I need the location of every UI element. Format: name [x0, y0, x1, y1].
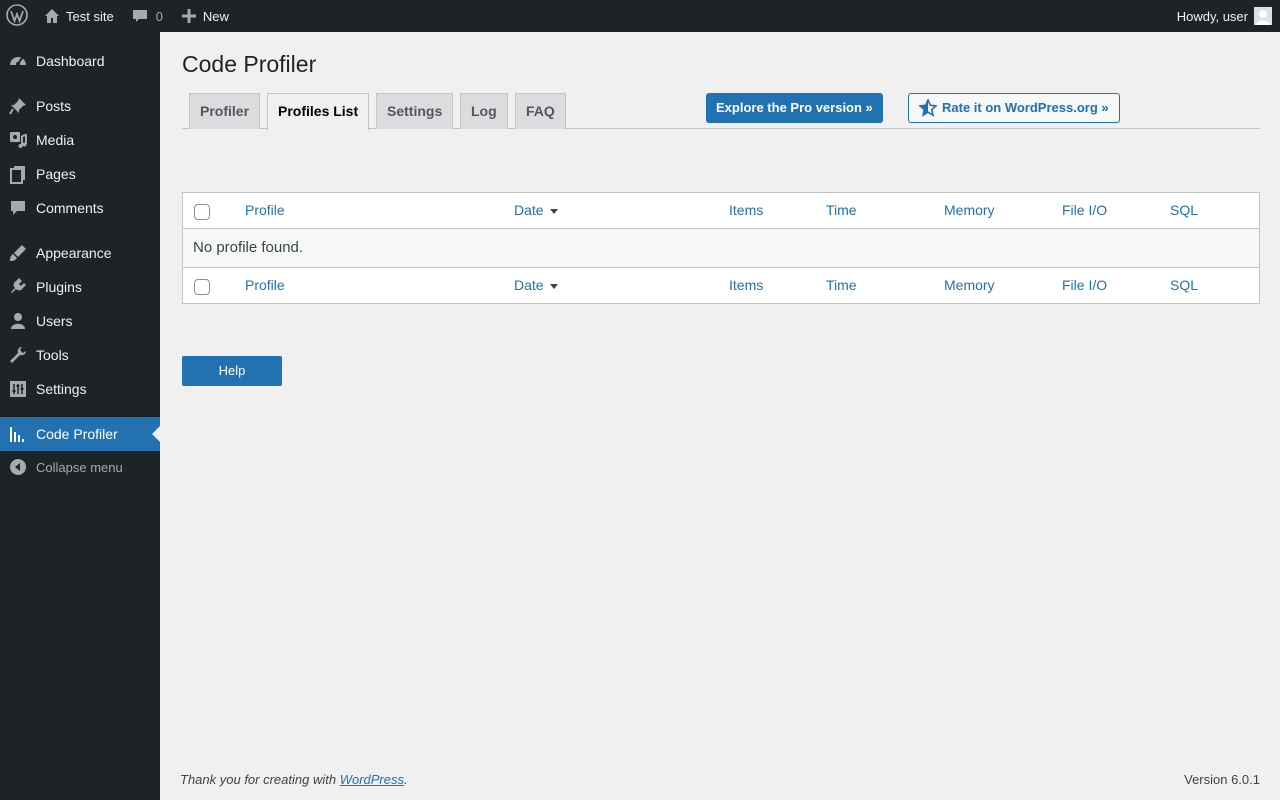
main-content: Code Profiler Profiler Profiles List Set… [160, 32, 1280, 800]
star-icon [919, 99, 937, 117]
user-icon [0, 311, 36, 331]
pages-icon [0, 164, 36, 184]
column-memory[interactable]: Memory [944, 193, 995, 228]
comments-count: 0 [155, 8, 163, 24]
sidebar-item-label: Dashboard [36, 53, 105, 69]
sidebar-item-dashboard[interactable]: Dashboard [0, 44, 160, 78]
column-items-footer[interactable]: Items [729, 268, 763, 303]
column-sql-footer[interactable]: SQL [1170, 268, 1198, 303]
collapse-menu-button[interactable]: Collapse menu [0, 450, 160, 484]
column-time-footer[interactable]: Time [826, 268, 857, 303]
wordpress-logo-icon [6, 3, 28, 29]
sidebar-item-label: Plugins [36, 279, 82, 295]
tab-settings[interactable]: Settings [376, 93, 454, 129]
column-file-io[interactable]: File I/O [1062, 193, 1107, 228]
sort-down-icon [549, 283, 558, 289]
plus-icon [179, 6, 199, 26]
select-all-checkbox[interactable] [194, 204, 210, 220]
sidebar-item-pages[interactable]: Pages [0, 157, 160, 191]
tab-profiler[interactable]: Profiler [189, 93, 261, 129]
column-date[interactable]: Date [514, 193, 558, 228]
help-button[interactable]: Help [182, 356, 282, 386]
sidebar-item-label: Settings [36, 381, 87, 397]
sidebar-item-tools[interactable]: Tools [0, 338, 160, 372]
sidebar-item-media[interactable]: Media [0, 123, 160, 157]
collapse-menu-label: Collapse menu [36, 459, 123, 475]
sidebar-item-label: Code Profiler [36, 426, 118, 442]
select-all-checkbox-footer[interactable] [194, 279, 210, 295]
wrench-icon [0, 345, 36, 365]
admin-bar: Test site 0 New Howdy, user [0, 0, 1280, 32]
column-file-io-footer[interactable]: File I/O [1062, 268, 1107, 303]
column-time[interactable]: Time [826, 193, 857, 228]
footer-thanks-prefix: Thank you for creating with [180, 772, 340, 787]
avatar [1254, 7, 1272, 25]
sort-down-icon [549, 208, 558, 214]
pin-icon [0, 96, 36, 116]
column-profile-footer[interactable]: Profile [245, 268, 285, 303]
admin-sidebar: Dashboard Posts Media Pages Comments App… [0, 32, 160, 800]
column-profile[interactable]: Profile [245, 193, 285, 228]
sidebar-item-plugins[interactable]: Plugins [0, 270, 160, 304]
plug-icon [0, 277, 36, 297]
rate-button-label: Rate it on WordPress.org » [942, 100, 1109, 115]
column-sql[interactable]: SQL [1170, 193, 1198, 228]
tab-profiles-list[interactable]: Profiles List [267, 93, 370, 130]
new-label: New [202, 8, 229, 24]
media-icon [0, 130, 36, 150]
wordpress-link[interactable]: WordPress [340, 772, 404, 787]
home-icon [42, 6, 62, 26]
sidebar-item-comments[interactable]: Comments [0, 191, 160, 225]
rate-wordpress-button[interactable]: Rate it on WordPress.org » [908, 93, 1120, 123]
sidebar-item-label: Tools [36, 347, 69, 363]
sidebar-item-label: Comments [36, 200, 104, 216]
sidebar-item-label: Appearance [36, 245, 112, 261]
site-name-menu[interactable]: Test site [34, 0, 122, 32]
footer-thanks-suffix: . [404, 772, 408, 787]
column-date-label: Date [514, 277, 544, 293]
table-footer-row: Profile Date Items Time Memory File I/O … [183, 267, 1259, 303]
comment-icon [0, 198, 36, 218]
wordpress-logo-menu[interactable] [0, 0, 34, 32]
howdy-label: Howdy, user [1176, 8, 1248, 24]
footer-version: Version 6.0.1 [1184, 772, 1260, 787]
column-date-label: Date [514, 202, 544, 218]
column-items[interactable]: Items [729, 193, 763, 228]
sidebar-item-label: Media [36, 132, 75, 148]
chart-icon [0, 424, 36, 444]
site-name-label: Test site [66, 8, 114, 24]
footer-thanks: Thank you for creating with WordPress. [180, 772, 408, 787]
new-content-menu[interactable]: New [171, 0, 237, 32]
sidebar-item-label: Pages [36, 166, 76, 182]
sidebar-item-appearance[interactable]: Appearance [0, 236, 160, 270]
tab-faq[interactable]: FAQ [515, 93, 566, 129]
sidebar-item-label: Users [36, 313, 73, 329]
sidebar-item-code-profiler[interactable]: Code Profiler [0, 417, 160, 451]
my-account-menu[interactable]: Howdy, user [1169, 0, 1280, 32]
tab-log[interactable]: Log [460, 93, 508, 129]
table-row: No profile found. [183, 229, 1259, 267]
profiles-table: Profile Date Items Time Memory File I/O … [182, 192, 1260, 304]
table-header-row: Profile Date Items Time Memory File I/O … [183, 193, 1259, 229]
comments-menu[interactable]: 0 [122, 0, 171, 32]
collapse-icon [0, 458, 36, 476]
brush-icon [0, 243, 36, 263]
column-memory-footer[interactable]: Memory [944, 268, 995, 303]
sidebar-item-settings[interactable]: Settings [0, 372, 160, 406]
sidebar-item-label: Posts [36, 98, 72, 114]
settings-icon [0, 379, 36, 399]
dashboard-icon [0, 51, 36, 71]
comment-icon [130, 6, 150, 26]
sidebar-item-posts[interactable]: Posts [0, 89, 160, 123]
explore-pro-button[interactable]: Explore the Pro version » [706, 93, 883, 123]
page-title: Code Profiler [182, 51, 317, 77]
empty-message: No profile found. [193, 239, 304, 256]
sidebar-item-users[interactable]: Users [0, 304, 160, 338]
column-date-footer[interactable]: Date [514, 268, 558, 303]
